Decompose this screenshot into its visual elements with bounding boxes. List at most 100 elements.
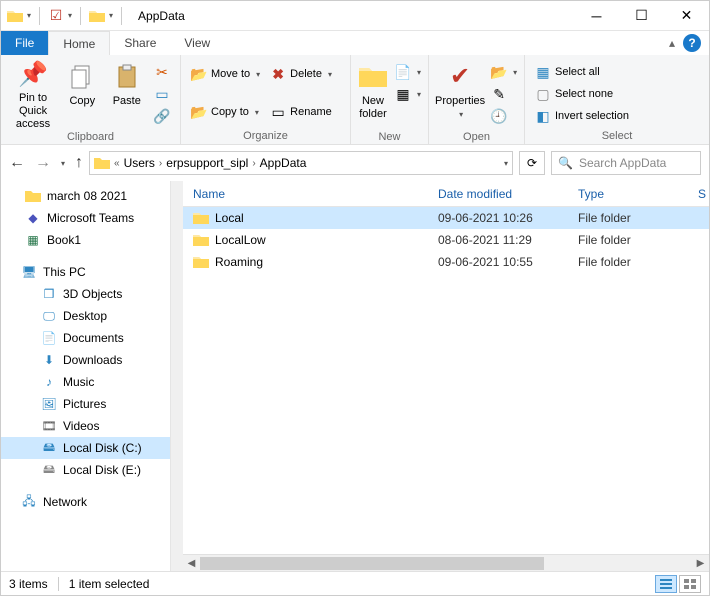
- checkbox-icon[interactable]: ☑: [48, 8, 64, 24]
- file-type: File folder: [578, 233, 698, 247]
- qat-dropdown-icon[interactable]: ▾: [27, 11, 31, 20]
- column-header-size[interactable]: S: [698, 187, 709, 201]
- breadcrumb-prefix[interactable]: «: [114, 158, 120, 169]
- select-none-button[interactable]: ▢Select none: [531, 83, 633, 105]
- column-header-type[interactable]: Type: [578, 187, 698, 201]
- pc-icon: 🖥: [21, 264, 37, 280]
- breadcrumb-item[interactable]: AppData: [260, 156, 307, 170]
- scroll-left-button[interactable]: ◀: [183, 555, 200, 572]
- folder-icon: [94, 155, 110, 171]
- new-folder-button[interactable]: New folder: [357, 59, 389, 129]
- drive-icon: 🖴: [41, 462, 57, 478]
- edit-icon: ✎: [491, 86, 507, 102]
- thumbnails-view-button[interactable]: [679, 575, 701, 593]
- file-name: LocalLow: [215, 233, 266, 247]
- select-none-icon: ▢: [535, 86, 551, 102]
- ribbon-group-new: New: [351, 129, 428, 145]
- copy-button[interactable]: Copy: [61, 59, 103, 129]
- folder-icon: [193, 210, 209, 226]
- forward-button[interactable]: →: [35, 154, 51, 172]
- copy-path-icon: ▭: [154, 86, 170, 102]
- sidebar-item-this-pc[interactable]: 🖥This PC: [1, 261, 170, 283]
- drive-icon: 🖴: [41, 440, 57, 456]
- sidebar-scrollbar[interactable]: [171, 181, 183, 571]
- invert-selection-button[interactable]: ◧Invert selection: [531, 105, 633, 127]
- delete-button[interactable]: ✖Delete▾: [266, 63, 336, 85]
- column-headers: Name Date modified Type S: [183, 181, 709, 207]
- scroll-thumb[interactable]: [200, 557, 544, 570]
- new-item-button[interactable]: 📄▾: [391, 61, 425, 83]
- edit-button[interactable]: ✎: [487, 83, 521, 105]
- properties-button[interactable]: ✔ Properties ▾: [435, 59, 485, 129]
- chevron-right-icon[interactable]: ›: [159, 158, 162, 169]
- window-title: AppData: [138, 9, 185, 23]
- new-folder-icon: [357, 61, 389, 93]
- sidebar-item-pictures[interactable]: 🖼Pictures: [1, 393, 170, 415]
- qat-dropdown-icon[interactable]: ▾: [68, 11, 72, 20]
- back-button[interactable]: ←: [9, 154, 25, 172]
- file-row[interactable]: LocalLow 08-06-2021 11:29File folder: [183, 229, 709, 251]
- navigation-bar: ← → ▾ ↑ « Users › erpsupport_sipl › AppDat…: [1, 145, 709, 181]
- column-header-name[interactable]: Name: [183, 187, 438, 201]
- cut-icon: ✂: [154, 64, 170, 80]
- invert-selection-icon: ◧: [535, 108, 551, 124]
- sidebar-item-downloads[interactable]: ⬇Downloads: [1, 349, 170, 371]
- file-row[interactable]: Local09-06-2021 10:26File folder: [183, 207, 709, 229]
- move-to-button[interactable]: 📂Move to▾: [187, 63, 264, 85]
- history-dropdown-icon[interactable]: ▾: [61, 159, 65, 168]
- tab-share[interactable]: Share: [110, 31, 170, 55]
- sidebar-item-music[interactable]: ♪Music: [1, 371, 170, 393]
- sidebar-item-quick[interactable]: ▦Book1: [1, 229, 170, 251]
- paste-button[interactable]: Paste: [106, 59, 148, 129]
- file-row[interactable]: Roaming09-06-2021 10:55File folder: [183, 251, 709, 273]
- sidebar-item-documents[interactable]: 📄Documents: [1, 327, 170, 349]
- status-item-count: 3 items: [9, 577, 48, 591]
- refresh-button[interactable]: ⟳: [519, 151, 545, 175]
- help-icon[interactable]: ?: [683, 34, 701, 52]
- pin-to-quick-access-button[interactable]: 📌 Pin to Quick access: [7, 59, 59, 129]
- breadcrumb-item[interactable]: Users: [124, 156, 155, 170]
- chevron-right-icon[interactable]: ›: [252, 158, 255, 169]
- open-button[interactable]: 📂▾: [487, 61, 521, 83]
- paste-shortcut-button[interactable]: 🔗: [150, 105, 174, 127]
- sidebar-item-quick[interactable]: march 08 2021: [1, 185, 170, 207]
- collapse-ribbon-icon[interactable]: ▴: [669, 36, 675, 50]
- up-button[interactable]: ↑: [75, 154, 83, 172]
- music-icon: ♪: [41, 374, 57, 390]
- pin-icon: 📌: [17, 61, 49, 90]
- qat-dropdown-icon[interactable]: ▾: [109, 11, 113, 20]
- history-button[interactable]: 🕘: [487, 105, 521, 127]
- sidebar-item-quick[interactable]: ◆Microsoft Teams: [1, 207, 170, 229]
- copy-to-button[interactable]: 📂Copy to▾: [187, 101, 264, 123]
- tab-home[interactable]: Home: [48, 31, 110, 55]
- easy-access-button[interactable]: ▦▾: [391, 83, 425, 105]
- select-all-button[interactable]: ▦Select all: [531, 61, 633, 83]
- ribbon-group-select: Select: [525, 128, 709, 144]
- close-button[interactable]: ✕: [664, 1, 709, 30]
- file-date: 08-06-2021 11:29: [438, 233, 578, 247]
- maximize-button[interactable]: ☐: [619, 1, 664, 30]
- address-bar[interactable]: « Users › erpsupport_sipl › AppData ▾: [89, 151, 513, 175]
- search-box[interactable]: 🔍 Search AppData: [551, 151, 701, 175]
- select-all-icon: ▦: [535, 64, 551, 80]
- address-dropdown-icon[interactable]: ▾: [504, 159, 508, 168]
- sidebar-item-desktop[interactable]: 🖵Desktop: [1, 305, 170, 327]
- sidebar-item-videos[interactable]: 🎞Videos: [1, 415, 170, 437]
- details-view-button[interactable]: [655, 575, 677, 593]
- scroll-right-button[interactable]: ▶: [692, 555, 709, 572]
- cut-button[interactable]: ✂: [150, 61, 174, 83]
- sidebar-item-network[interactable]: 🖧Network: [1, 491, 170, 513]
- breadcrumb-item[interactable]: erpsupport_sipl: [166, 156, 248, 170]
- copy-path-button[interactable]: ▭: [150, 83, 174, 105]
- rename-button[interactable]: ▭Rename: [266, 101, 336, 123]
- tab-file[interactable]: File: [1, 31, 48, 55]
- sidebar-item-local-disk-e[interactable]: 🖴Local Disk (E:): [1, 459, 170, 481]
- sidebar-item-local-disk-c[interactable]: 🖴Local Disk (C:): [1, 437, 170, 459]
- minimize-button[interactable]: ─: [574, 1, 619, 30]
- ribbon-tabs: File Home Share View ▴ ?: [1, 31, 709, 55]
- column-header-date[interactable]: Date modified: [438, 187, 578, 201]
- properties-icon: ✔: [444, 61, 476, 93]
- sidebar-item-3d-objects[interactable]: ❒3D Objects: [1, 283, 170, 305]
- horizontal-scrollbar[interactable]: ◀ ▶: [183, 554, 709, 571]
- tab-view[interactable]: View: [170, 31, 224, 55]
